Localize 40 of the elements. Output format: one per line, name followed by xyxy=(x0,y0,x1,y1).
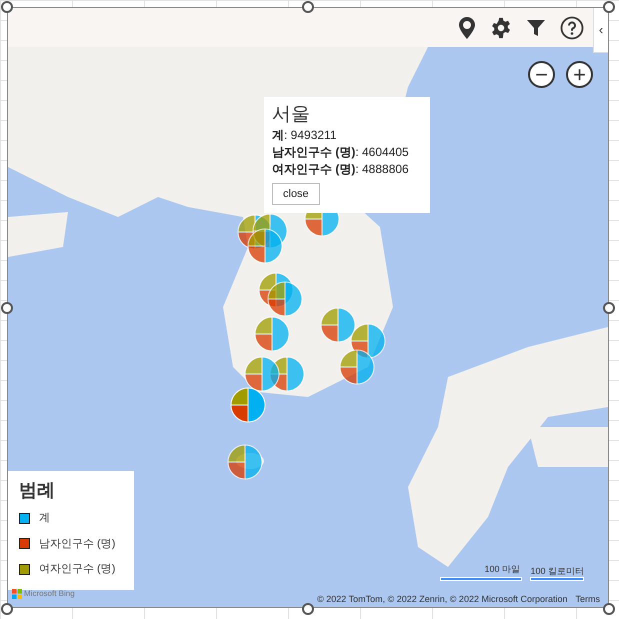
popup-field: 여자인구수 (명): 4888806 xyxy=(272,160,422,178)
scale-label: 100 킬로미터 xyxy=(530,566,584,576)
close-button[interactable]: close xyxy=(272,182,320,206)
legend-title: 범례 xyxy=(19,481,56,499)
popup-field: 계: 9493211 xyxy=(272,126,422,144)
pie-marker-icon[interactable] xyxy=(267,281,303,317)
settings-icon[interactable] xyxy=(490,16,512,38)
logo-text: Microsoft Bing xyxy=(24,588,75,600)
map-pin-icon[interactable] xyxy=(458,16,476,40)
filter-icon[interactable] xyxy=(526,18,546,38)
popup-field: 남자인구수 (명): 4604405 xyxy=(272,144,422,161)
collapse-tab[interactable]: ‹ xyxy=(593,8,608,53)
pie-marker-icon[interactable] xyxy=(230,387,266,423)
resize-handle[interactable] xyxy=(603,1,615,13)
map-area[interactable]: − + 서울 계: 9493211 남자인구수 (명): 4604405 여자인구수 (명): 4888806 close 범례 계 남자인구수 (명) 여자인구수 (명) Microsoft Bing 100 마일 100 킬로미터 © 2022 TomTom, © 2022 Zenrin, © 2022 Microsoft Corporation Terms xyxy=(8,47,608,607)
scale-label: 100 마일 xyxy=(484,563,521,576)
popup-title: 서울 xyxy=(272,103,311,127)
pie-marker-icon[interactable] xyxy=(254,316,290,352)
resize-handle[interactable] xyxy=(1,603,13,615)
logo-icon xyxy=(12,589,22,599)
legend-label: 남자인구수 (명) xyxy=(39,536,116,552)
pie-marker-icon[interactable] xyxy=(227,444,263,480)
scale-bar xyxy=(530,576,584,580)
pie-marker-icon[interactable] xyxy=(339,349,375,385)
pie-marker-icon[interactable] xyxy=(320,307,356,343)
pie-marker-icon[interactable] xyxy=(247,228,283,264)
pie-marker-icon[interactable] xyxy=(244,356,280,392)
attribution-text: © 2022 TomTom, © 2022 Zenrin, © 2022 Microsoft Corporation xyxy=(317,593,568,606)
resize-handle[interactable] xyxy=(1,1,13,13)
legend-label: 계 xyxy=(39,511,50,526)
resize-handle[interactable] xyxy=(1,302,13,314)
resize-handle[interactable] xyxy=(603,603,615,615)
help-icon[interactable] xyxy=(560,16,584,40)
zoom-in-button[interactable]: + xyxy=(566,61,593,88)
resize-handle[interactable] xyxy=(603,302,615,314)
resize-handle[interactable] xyxy=(302,603,314,615)
resize-handle[interactable] xyxy=(302,1,314,13)
legend-label: 여자인구수 (명) xyxy=(39,562,116,577)
terms-link[interactable]: Terms xyxy=(576,593,600,606)
zoom-out-button[interactable]: − xyxy=(528,61,555,88)
